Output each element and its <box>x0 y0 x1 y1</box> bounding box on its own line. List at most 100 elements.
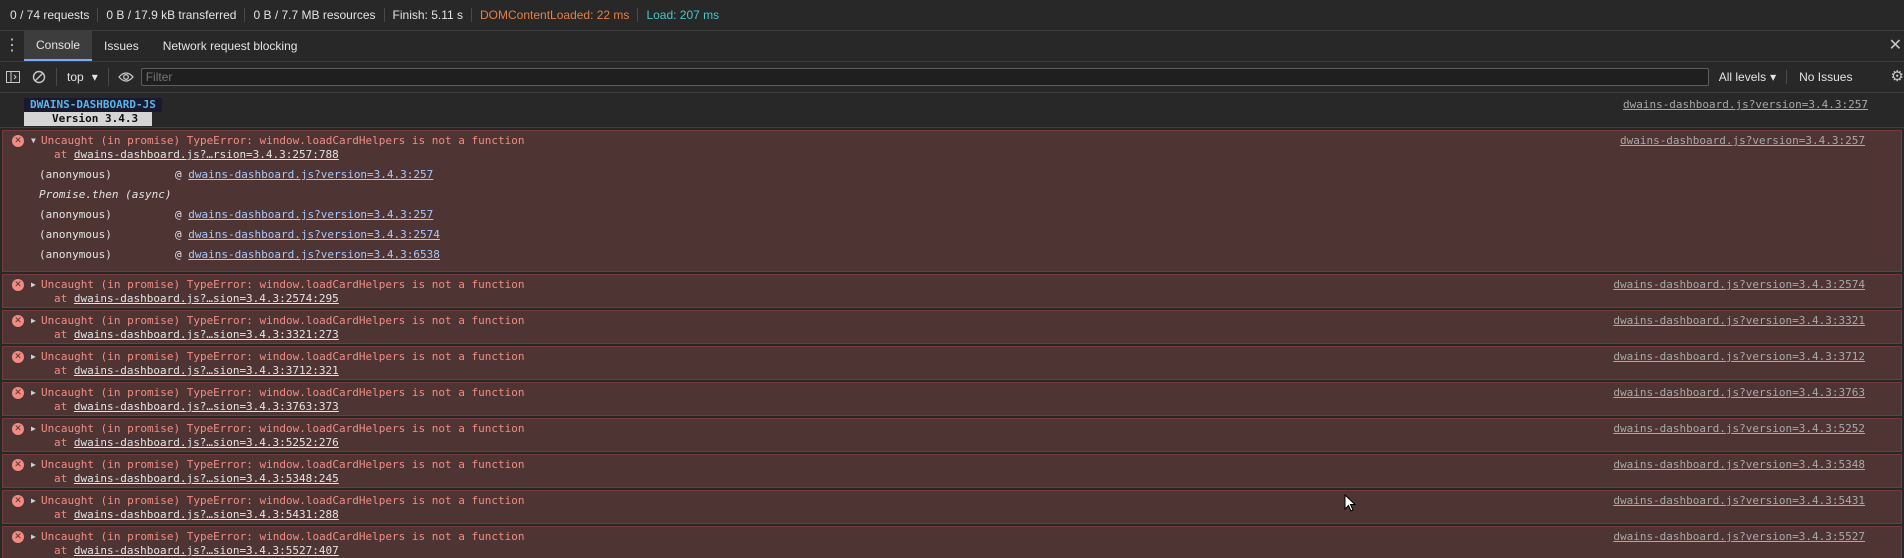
drawer-menu-icon[interactable]: ⋮ <box>0 38 24 54</box>
error-location: at dwains-dashboard.js?…sion=3.4.3:2574:… <box>54 292 339 305</box>
error-location: at dwains-dashboard.js?…sion=3.4.3:5527:… <box>54 544 339 557</box>
toolbar-divider <box>107 68 109 86</box>
expand-triangle-icon[interactable]: ▶ <box>31 530 36 544</box>
network-summary-bar: 0 / 74 requests 0 B / 17.9 kB transferre… <box>0 0 1904 31</box>
message-source-link[interactable]: dwains-dashboard.js?version=3.4.3:257 <box>1620 134 1865 148</box>
drawer-tab-bar: ⋮ Console Issues Network request blockin… <box>0 31 1904 62</box>
close-drawer-icon[interactable]: ✕ <box>1889 38 1902 54</box>
message-source-link[interactable]: dwains-dashboard.js?version=3.4.3:3712 <box>1613 350 1865 364</box>
dom-content-loaded-time: DOMContentLoaded: 22 ms <box>472 8 639 22</box>
requests-count: 0 / 74 requests <box>2 8 99 22</box>
message-source-link[interactable]: dwains-dashboard.js?version=3.4.3:5348 <box>1613 458 1865 472</box>
clear-console-icon[interactable] <box>26 64 52 90</box>
stack-frame: (anonymous) @ dwains-dashboard.js?version… <box>39 168 434 181</box>
stack-trace: (anonymous) @ dwains-dashboard.js?version… <box>39 165 440 265</box>
console-error-expanded[interactable]: ✕ ▼ Uncaught (in promise) TypeError: win… <box>2 130 1902 272</box>
error-location-link[interactable]: dwains-dashboard.js?…sion=3.4.3:3321:273 <box>74 328 339 341</box>
error-location: at dwains-dashboard.js?…sion=3.4.3:3712:… <box>54 364 339 377</box>
expand-triangle-icon[interactable]: ▶ <box>31 314 36 328</box>
tab-issues[interactable]: Issues <box>92 31 151 61</box>
error-message: Uncaught (in promise) TypeError: window.… <box>41 350 525 363</box>
sidebar-toggle-icon[interactable] <box>0 64 26 90</box>
context-selector-label: top <box>67 70 84 84</box>
tab-console[interactable]: Console <box>24 31 93 61</box>
error-location-link[interactable]: dwains-dashboard.js?…sion=3.4.3:5527:407 <box>74 544 339 557</box>
error-message: Uncaught (in promise) TypeError: window.… <box>41 386 525 399</box>
console-error[interactable]: ✕ ▶ Uncaught (in promise) TypeError: win… <box>2 490 1902 524</box>
issues-counter[interactable]: No Issues <box>1786 70 1852 84</box>
error-location-link[interactable]: dwains-dashboard.js?…sion=3.4.3:5252:276 <box>74 436 339 449</box>
error-message: Uncaught (in promise) TypeError: window.… <box>41 314 525 327</box>
console-error[interactable]: ✕ ▶ Uncaught (in promise) TypeError: win… <box>2 346 1902 380</box>
error-icon: ✕ <box>12 495 24 507</box>
console-toolbar: top ▾ All levels ▾ No Issues ⚙ <box>0 62 1904 93</box>
console-error[interactable]: ✕ ▶ Uncaught (in promise) TypeError: win… <box>2 310 1902 344</box>
load-time: Load: 207 ms <box>646 8 720 22</box>
error-icon: ✕ <box>12 459 24 471</box>
console-error[interactable]: ✕ ▶ Uncaught (in promise) TypeError: win… <box>2 418 1902 452</box>
error-location: at dwains-dashboard.js?…sion=3.4.3:3763:… <box>54 400 339 413</box>
error-location: at dwains-dashboard.js?…rsion=3.4.3:257:… <box>54 148 339 162</box>
toolbar-divider <box>56 68 57 86</box>
transferred-size: 0 B / 17.9 kB transferred <box>98 8 246 22</box>
error-message: Uncaught (in promise) TypeError: window.… <box>41 134 525 147</box>
filter-input[interactable] <box>140 68 1709 86</box>
message-source-link[interactable]: dwains-dashboard.js?version=3.4.3:5431 <box>1613 494 1865 508</box>
message-source-link[interactable]: dwains-dashboard.js?version=3.4.3:3321 <box>1613 314 1865 328</box>
log-levels-label: All levels <box>1718 70 1767 84</box>
error-icon: ✕ <box>12 351 24 363</box>
message-source-link[interactable]: dwains-dashboard.js?version=3.4.3:257 <box>1623 98 1868 112</box>
chevron-down-icon: ▾ <box>1770 70 1777 84</box>
error-icon: ✕ <box>12 135 24 147</box>
stack-frame-link[interactable]: dwains-dashboard.js?version=3.4.3:6538 <box>188 248 440 261</box>
eye-icon[interactable] <box>113 64 139 90</box>
error-icon: ✕ <box>12 387 24 399</box>
console-error[interactable]: ✕ ▶ Uncaught (in promise) TypeError: win… <box>2 454 1902 488</box>
stack-frame-link[interactable]: dwains-dashboard.js?version=3.4.3:2574 <box>188 228 440 241</box>
stack-frame: (anonymous) @ dwains-dashboard.js?version… <box>39 248 440 261</box>
message-source-link[interactable]: dwains-dashboard.js?version=3.4.3:5252 <box>1613 422 1865 436</box>
stack-frame: (anonymous) @ dwains-dashboard.js?version… <box>39 208 434 221</box>
error-location-link[interactable]: dwains-dashboard.js?…sion=3.4.3:3763:373 <box>74 400 339 413</box>
error-message: Uncaught (in promise) TypeError: window.… <box>41 278 525 291</box>
console-error[interactable]: ✕ ▶ Uncaught (in promise) TypeError: win… <box>2 382 1902 416</box>
stack-frame-link[interactable]: dwains-dashboard.js?version=3.4.3:257 <box>188 168 433 181</box>
error-icon: ✕ <box>12 279 24 291</box>
message-source-link[interactable]: dwains-dashboard.js?version=3.4.3:2574 <box>1613 278 1865 292</box>
error-location: at dwains-dashboard.js?…sion=3.4.3:5348:… <box>54 472 339 485</box>
expand-triangle-icon[interactable]: ▶ <box>31 278 36 292</box>
expand-triangle-icon[interactable]: ▶ <box>31 494 36 508</box>
error-message: Uncaught (in promise) TypeError: window.… <box>41 422 525 435</box>
error-location: at dwains-dashboard.js?…sion=3.4.3:3321:… <box>54 328 339 341</box>
tab-network-request-blocking[interactable]: Network request blocking <box>151 31 310 61</box>
error-location-link[interactable]: dwains-dashboard.js?…sion=3.4.3:2574:295 <box>74 292 339 305</box>
expand-triangle-icon[interactable]: ▶ <box>31 350 36 364</box>
expand-triangle-icon[interactable]: ▶ <box>31 386 36 400</box>
error-location-link[interactable]: dwains-dashboard.js?…sion=3.4.3:5348:245 <box>74 472 339 485</box>
expand-triangle-icon[interactable]: ▶ <box>31 422 36 436</box>
dashboard-banner-version: Version 3.4.3 <box>24 112 153 126</box>
error-location-link[interactable]: dwains-dashboard.js?…sion=3.4.3:5431:288 <box>74 508 339 521</box>
console-error[interactable]: ✕ ▶ Uncaught (in promise) TypeError: win… <box>2 274 1902 308</box>
expand-triangle-icon[interactable]: ▼ <box>31 134 36 148</box>
error-message: Uncaught (in promise) TypeError: window.… <box>41 494 525 507</box>
gear-icon[interactable]: ⚙ <box>1891 69 1904 84</box>
console-message: DWAINS-DASHBOARD-JS Version 3.4.3 dwains… <box>0 93 1904 128</box>
error-icon: ✕ <box>12 315 24 327</box>
context-selector[interactable]: top ▾ <box>61 70 104 84</box>
dashboard-banner-title: DWAINS-DASHBOARD-JS <box>24 98 162 112</box>
error-message: Uncaught (in promise) TypeError: window.… <box>41 458 525 471</box>
stack-frame-link[interactable]: dwains-dashboard.js?version=3.4.3:257 <box>188 208 433 221</box>
message-source-link[interactable]: dwains-dashboard.js?version=3.4.3:5527 <box>1613 530 1865 544</box>
console-error[interactable]: ✕ ▶ Uncaught (in promise) TypeError: win… <box>2 526 1902 558</box>
message-source-link[interactable]: dwains-dashboard.js?version=3.4.3:3763 <box>1613 386 1865 400</box>
error-icon: ✕ <box>12 423 24 435</box>
expand-triangle-icon[interactable]: ▶ <box>31 458 36 472</box>
console-output: DWAINS-DASHBOARD-JS Version 3.4.3 dwains… <box>0 93 1904 558</box>
resources-size: 0 B / 7.7 MB resources <box>245 8 385 22</box>
error-icon: ✕ <box>12 531 24 543</box>
error-location-link[interactable]: dwains-dashboard.js?…sion=3.4.3:3712:321 <box>74 364 339 377</box>
error-location-link[interactable]: dwains-dashboard.js?…rsion=3.4.3:257:788 <box>74 148 339 161</box>
stack-frame: (anonymous) @ dwains-dashboard.js?version… <box>39 228 440 241</box>
log-levels-dropdown[interactable]: All levels ▾ <box>1719 70 1776 84</box>
